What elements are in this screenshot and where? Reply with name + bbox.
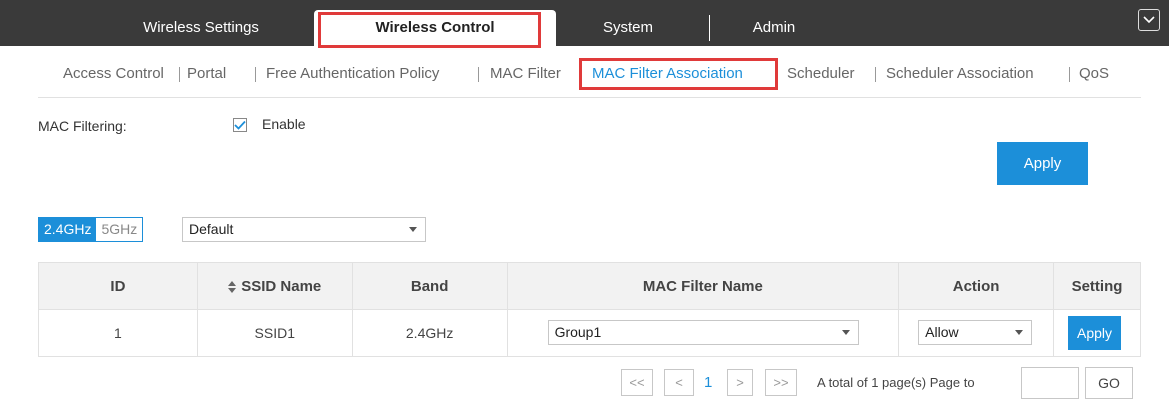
cell-action: Allow [898,309,1054,357]
subnav-separator [875,67,876,82]
dropdown-arrow-icon [1015,330,1024,335]
go-button[interactable]: GO [1085,367,1133,399]
tab-highlight-box [318,12,541,48]
tab-separator [709,15,710,41]
apply-button[interactable]: Apply [997,142,1088,185]
table-header-row: ID SSID Name Band MAC Filter Name Action… [38,262,1141,310]
prev-page-button[interactable]: < [664,369,694,396]
first-page-button[interactable]: << [621,369,653,396]
cell-ssid-name: SSID1 [196,309,353,357]
dropdown-arrow-icon [409,227,417,232]
ssid-group-select-value: Default [189,221,234,237]
column-header-ssid-name-label: SSID Name [241,277,322,295]
column-header-id: ID [38,262,198,310]
tab-wireless-settings[interactable]: Wireless Settings [112,10,290,46]
mac-filter-name-select[interactable]: Group1 [547,320,859,345]
last-page-button[interactable]: >> [765,369,797,396]
column-header-action: Action [898,262,1054,310]
tab-system[interactable]: System [588,10,668,46]
subnav-scheduler[interactable]: Scheduler [787,62,855,86]
section-divider [38,97,1141,98]
subnav-mac-filter[interactable]: MAC Filter [490,62,561,86]
action-select-value: Allow [925,324,959,340]
enable-checkbox-label: Enable [262,116,306,132]
current-page-number[interactable]: 1 [704,369,712,396]
subnav-access-control[interactable]: Access Control [63,62,164,86]
mac-filtering-label: MAC Filtering: [38,118,127,134]
subnav-scheduler-association[interactable]: Scheduler Association [886,62,1034,86]
column-header-mac-filter-name: MAC Filter Name [506,262,900,310]
sub-navigation: Access Control Portal Free Authenticatio… [0,58,1169,90]
cell-setting: Apply [1053,309,1141,357]
cell-mac-filter-name: Group1 [506,309,900,357]
subnav-qos[interactable]: QoS [1079,62,1109,86]
pagination-summary: A total of 1 page(s) Page to [817,375,975,390]
subnav-separator [1069,67,1070,82]
subnav-free-authentication-policy[interactable]: Free Authentication Policy [266,62,439,86]
band-option-5ghz[interactable]: 5GHz [96,218,143,241]
ssid-group-select[interactable]: Default [182,217,426,242]
column-header-ssid-name[interactable]: SSID Name [196,262,353,310]
cell-band: 2.4GHz [351,309,508,357]
band-toggle: 2.4GHz 5GHz [38,217,144,242]
tab-admin[interactable]: Admin [744,10,804,46]
row-apply-button[interactable]: Apply [1068,316,1121,350]
enable-checkbox[interactable] [233,118,247,132]
mac-filter-name-select-value: Group1 [554,324,602,340]
mac-filter-association-table: ID SSID Name Band MAC Filter Name Action… [38,262,1141,357]
subnav-highlight-box [579,58,778,90]
page-to-input[interactable] [1021,367,1079,399]
checkmark-icon [234,120,246,130]
column-header-setting: Setting [1053,262,1141,310]
column-header-band: Band [351,262,508,310]
subnav-separator [179,67,180,82]
next-page-button[interactable]: > [727,369,753,396]
action-select[interactable]: Allow [918,320,1033,345]
subnav-portal[interactable]: Portal [187,62,226,86]
subnav-separator [478,67,479,82]
table-row: 1 SSID1 2.4GHz Group1 Allow Apply [38,309,1141,357]
sort-icon[interactable] [228,280,237,293]
chevron-down-icon[interactable] [1138,9,1160,31]
subnav-separator [255,67,256,82]
band-option-2-4ghz[interactable]: 2.4GHz [39,218,97,241]
cell-id: 1 [38,309,198,357]
top-navigation: Wireless Settings Wireless Control Syste… [0,0,1169,48]
dropdown-arrow-icon [841,330,850,335]
